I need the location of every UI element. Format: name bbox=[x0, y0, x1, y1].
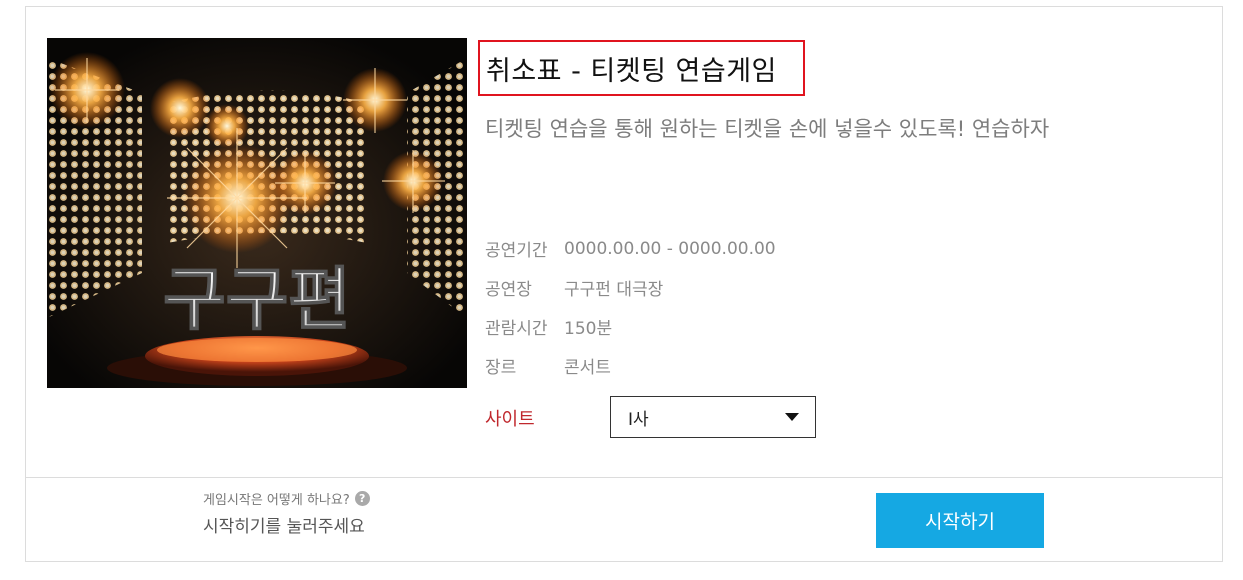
stage-lights-illustration: 구구편 bbox=[47, 38, 467, 388]
start-button[interactable]: 시작하기 bbox=[876, 493, 1044, 548]
info-label: 관람시간 bbox=[485, 319, 548, 339]
info-row-venue: 공연장 구구펀 대극장 bbox=[485, 268, 776, 307]
poster-image: 구구편 bbox=[47, 38, 467, 388]
info-row-runtime: 관람시간 150분 bbox=[485, 307, 776, 346]
info-row-genre: 장르 콘서트 bbox=[485, 346, 776, 385]
game-title: 취소표 - 티켓팅 연습게임 bbox=[486, 55, 777, 87]
info-value: 0000.00.00 - 0000.00.00 bbox=[564, 238, 776, 259]
site-label: 사이트 bbox=[485, 409, 535, 430]
game-title-box: 취소표 - 티켓팅 연습게임 bbox=[478, 40, 805, 96]
help-question: 게임시작은 어떻게 하나요? ? bbox=[203, 489, 370, 508]
help-question-text: 게임시작은 어떻게 하나요? bbox=[203, 493, 350, 508]
info-value: 콘서트 bbox=[564, 358, 611, 378]
game-subtitle: 티켓팅 연습을 통해 원하는 티켓을 손에 넣을수 있도록! 연습하자 bbox=[485, 117, 1050, 141]
divider bbox=[26, 477, 1222, 478]
help-icon[interactable]: ? bbox=[354, 491, 370, 506]
chevron-down-icon bbox=[785, 413, 799, 421]
info-value: 150분 bbox=[564, 319, 613, 339]
info-label: 공연장 bbox=[485, 280, 532, 300]
info-label: 공연기간 bbox=[485, 241, 548, 261]
help-answer: 시작히기를 눌러주세요 bbox=[203, 517, 365, 537]
info-value: 구구펀 대극장 bbox=[564, 280, 664, 300]
performance-info: 공연기간 0000.00.00 - 0000.00.00 공연장 구구펀 대극장… bbox=[485, 229, 776, 385]
info-label: 장르 bbox=[485, 358, 517, 378]
poster-title-text: 구구편 bbox=[163, 261, 351, 340]
site-select-value: I사 bbox=[628, 409, 649, 430]
info-row-period: 공연기간 0000.00.00 - 0000.00.00 bbox=[485, 229, 776, 268]
game-card: 구구편 취소표 - 티켓팅 연습게임 티켓팅 연습을 통해 원하는 티켓을 손에… bbox=[25, 6, 1223, 562]
site-select[interactable]: I사 bbox=[610, 396, 816, 438]
